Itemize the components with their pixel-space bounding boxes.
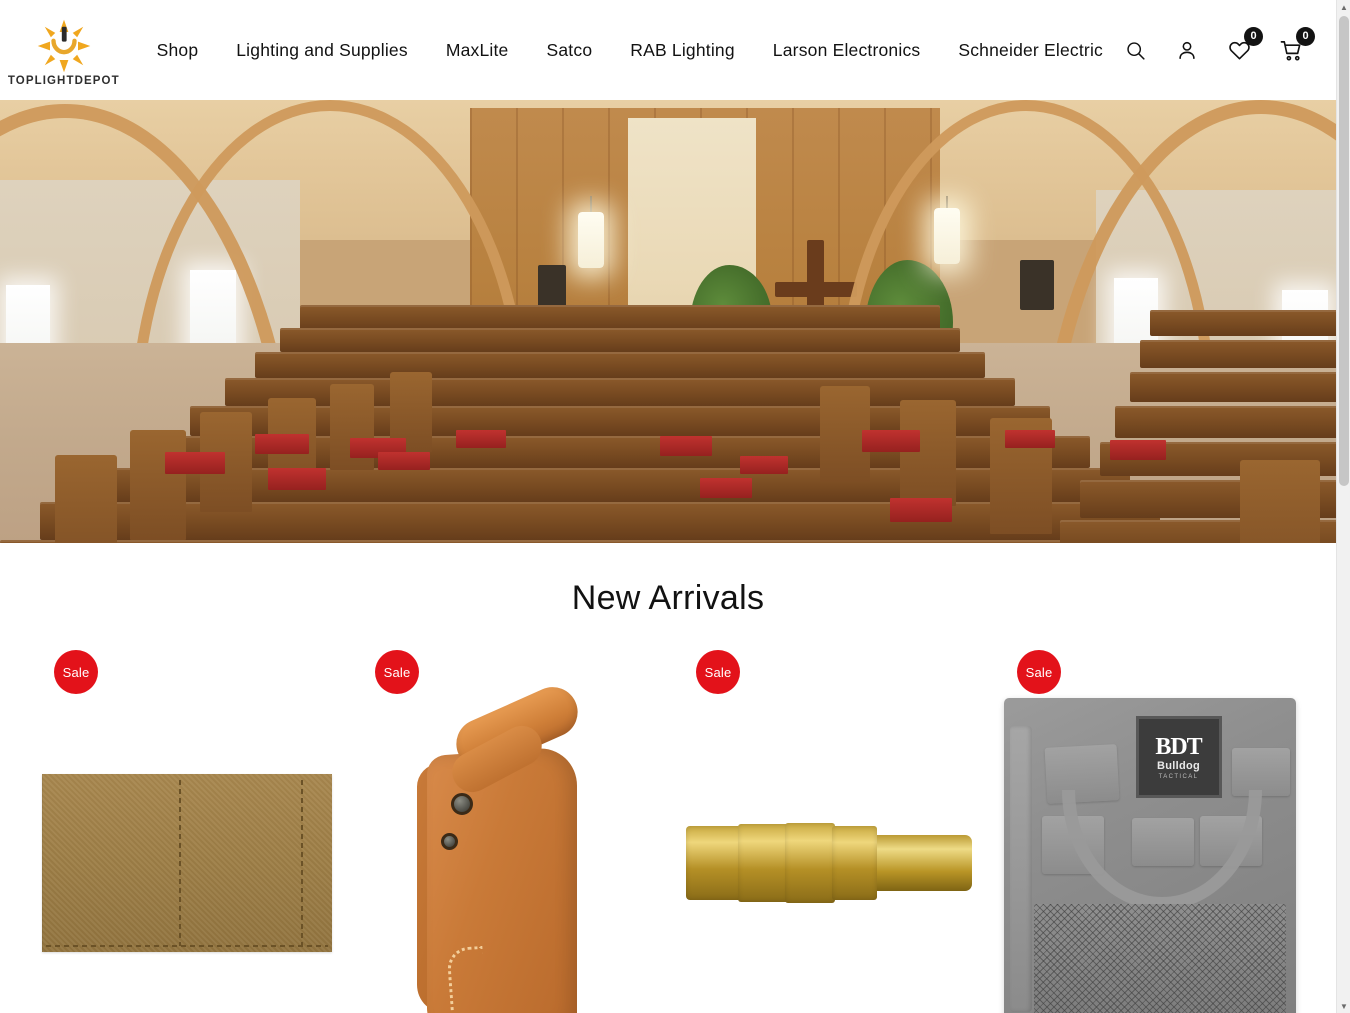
product-image[interactable] bbox=[351, 668, 664, 1013]
brand-bulldog-text: Bulldog bbox=[1156, 759, 1201, 772]
page-content: TOPLIGHTDEPOT Shop Lighting and Supplies… bbox=[0, 0, 1336, 1013]
nav-item-schneider-electric[interactable]: Schneider Electric bbox=[939, 30, 1122, 71]
search-icon bbox=[1125, 40, 1146, 61]
status-badge: Sale bbox=[696, 650, 740, 694]
product-card[interactable]: Sale bbox=[30, 650, 343, 1013]
product-image[interactable] bbox=[30, 668, 343, 1013]
brand-logo-link[interactable]: TOPLIGHTDEPOT bbox=[0, 14, 128, 87]
product-grid: Sale Sale Sale Sale BDT Bulldog TACTICAL bbox=[0, 628, 1336, 1013]
nav-item-lighting-and-supplies[interactable]: Lighting and Supplies bbox=[217, 30, 427, 71]
status-badge: Sale bbox=[1017, 650, 1061, 694]
brand-bdt-text: BDT bbox=[1155, 733, 1202, 760]
nav-item-shop[interactable]: Shop bbox=[138, 30, 218, 71]
product-card[interactable]: Sale bbox=[351, 650, 664, 1013]
scroll-up-arrow-icon[interactable]: ▲ bbox=[1337, 0, 1350, 14]
product-brand-label: BDT Bulldog TACTICAL bbox=[1135, 716, 1222, 798]
scroll-down-arrow-icon[interactable]: ▼ bbox=[1337, 999, 1350, 1013]
page-scrollbar[interactable]: ▲ ▼ bbox=[1336, 0, 1350, 1013]
browser-viewport: TOPLIGHTDEPOT Shop Lighting and Supplies… bbox=[0, 0, 1350, 1013]
cart-button[interactable]: 0 bbox=[1278, 27, 1315, 63]
status-badge: Sale bbox=[375, 650, 419, 694]
site-header: TOPLIGHTDEPOT Shop Lighting and Supplies… bbox=[0, 0, 1336, 100]
wishlist-button[interactable]: 0 bbox=[1226, 27, 1263, 63]
product-image[interactable] bbox=[672, 668, 985, 1013]
brand-tactical-text: TACTICAL bbox=[1158, 773, 1199, 780]
product-image[interactable]: BDT Bulldog TACTICAL bbox=[993, 668, 1306, 1013]
nav-item-larson-electronics[interactable]: Larson Electronics bbox=[754, 30, 940, 71]
page-title: New Arrivals bbox=[571, 579, 765, 617]
hero-banner[interactable] bbox=[0, 100, 1336, 543]
nav-item-satco[interactable]: Satco bbox=[528, 30, 612, 71]
cart-count-badge: 0 bbox=[1296, 27, 1315, 46]
brand-name: TOPLIGHTDEPOT bbox=[7, 74, 120, 87]
account-button[interactable] bbox=[1174, 37, 1200, 63]
sun-lightbulb-icon bbox=[36, 18, 92, 74]
new-arrivals-section: New Arrivals Sale Sale Sale Sale BDT Bul… bbox=[0, 543, 1336, 1013]
user-account-icon bbox=[1176, 39, 1198, 61]
search-button[interactable] bbox=[1122, 37, 1148, 63]
main-navigation: Shop Lighting and Supplies MaxLite Satco… bbox=[138, 30, 1122, 71]
product-card[interactable]: Sale bbox=[672, 650, 985, 1013]
product-card[interactable]: Sale BDT Bulldog TACTICAL bbox=[993, 650, 1306, 1013]
nav-item-rab-lighting[interactable]: RAB Lighting bbox=[611, 30, 754, 71]
status-badge: Sale bbox=[54, 650, 98, 694]
header-actions: 0 0 bbox=[1122, 27, 1315, 63]
wishlist-count-badge: 0 bbox=[1244, 27, 1263, 46]
scrollbar-thumb[interactable] bbox=[1339, 16, 1349, 486]
nav-item-maxlite[interactable]: MaxLite bbox=[427, 30, 528, 71]
church-interior-image bbox=[0, 100, 1336, 543]
